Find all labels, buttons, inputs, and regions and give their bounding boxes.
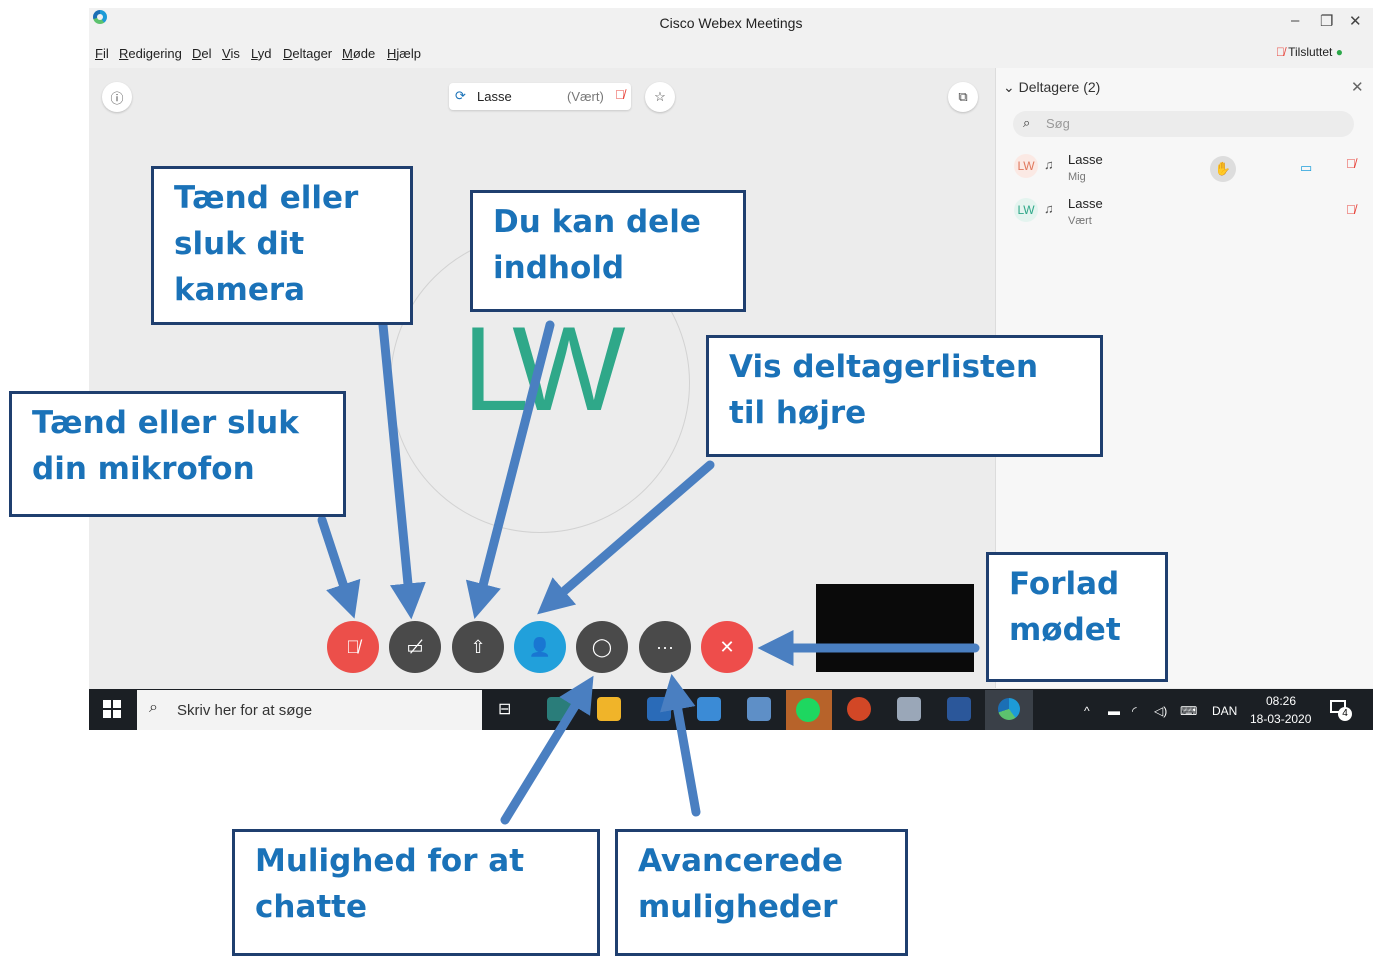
powerpoint-icon[interactable] xyxy=(847,697,871,721)
menu-del[interactable]: Del xyxy=(192,46,212,61)
participant-name: Lasse xyxy=(1068,196,1103,211)
presenter-muted-icon: 🎙̸ xyxy=(615,87,625,102)
snipping-tool-icon[interactable] xyxy=(897,697,921,721)
presenter-icon: ⟳ xyxy=(455,88,466,103)
participant-muted-icon: 🎙̸ xyxy=(1346,202,1356,217)
store-icon[interactable] xyxy=(647,697,671,721)
more-options-button[interactable]: ··· xyxy=(639,621,691,673)
headset-icon: ♫ xyxy=(1044,157,1054,172)
menu-fil[interactable]: Fil xyxy=(95,46,109,61)
mute-button[interactable]: 🎙̸ xyxy=(327,621,379,673)
share-icon: ⇧ xyxy=(470,636,486,657)
pin-icon: ☆ xyxy=(654,89,666,104)
chevron-down-icon: ⌄ xyxy=(1003,79,1015,95)
file-explorer-icon[interactable] xyxy=(597,697,621,721)
keyboard-icon[interactable]: ⌨ xyxy=(1180,704,1197,718)
notification-center-icon[interactable]: 4 xyxy=(1330,700,1352,721)
spotify-taskbar-tile[interactable] xyxy=(786,690,832,730)
participant-row[interactable]: LW ♫ Lasse Vært 🎙̸ xyxy=(1012,196,1362,232)
participant-muted-icon: 🎙̸ xyxy=(1346,156,1356,171)
presenter-name: Lasse xyxy=(477,89,512,104)
participant-avatar: LW xyxy=(1014,198,1038,222)
menu-mode[interactable]: Møde xyxy=(342,46,375,61)
wifi-icon[interactable]: ◜ xyxy=(1132,704,1137,718)
participant-role: Mig xyxy=(1068,171,1086,183)
webex-taskbar-tile[interactable] xyxy=(985,690,1033,730)
edge-icon[interactable] xyxy=(547,697,571,721)
word-icon[interactable] xyxy=(947,697,971,721)
restore-button[interactable]: ❐ xyxy=(1320,12,1333,30)
more-icon: ··· xyxy=(656,636,674,657)
callout-participants: Vis deltagerlisten til højre xyxy=(706,335,1103,457)
leave-meeting-button[interactable]: ✕ xyxy=(701,621,753,673)
menu-vis[interactable]: Vis xyxy=(222,46,240,61)
menu-deltager[interactable]: Deltager xyxy=(283,46,332,61)
volume-icon[interactable]: ◁) xyxy=(1154,704,1167,718)
input-language[interactable]: DAN xyxy=(1212,704,1237,718)
connection-status: 🎙̸ Tilsluttet ● xyxy=(1276,45,1343,59)
participants-panel-header[interactable]: ⌄ Deltagere (2) xyxy=(1003,79,1100,96)
webex-icon xyxy=(998,698,1020,720)
search-placeholder: Søg xyxy=(1046,116,1070,131)
share-button[interactable]: ⇧ xyxy=(452,621,504,673)
spotify-icon xyxy=(796,698,820,722)
callout-share: Du kan dele indhold xyxy=(470,190,746,312)
battery-icon[interactable]: ▬ xyxy=(1108,704,1120,718)
window-title: Cisco Webex Meetings xyxy=(659,15,803,31)
video-button[interactable]: ▭̸ xyxy=(389,621,441,673)
avatar-initials: LW xyxy=(462,302,625,436)
clock-time[interactable]: 08:26 xyxy=(1266,694,1296,708)
chat-icon: ◯ xyxy=(591,636,613,657)
meeting-info-button[interactable]: ⓘ xyxy=(102,82,132,112)
participant-row[interactable]: LW ♫ Lasse Mig ✋ ▭ 🎙̸ xyxy=(1012,152,1362,188)
callout-chat: Mulighed for at chatte xyxy=(232,829,600,956)
tray-chevron-icon[interactable]: ^ xyxy=(1084,704,1090,718)
callout-leave: Forlad mødet xyxy=(986,552,1168,682)
notification-count: 4 xyxy=(1338,707,1352,721)
muted-mic-icon: 🎙̸ xyxy=(346,636,360,657)
callout-microphone: Tænd eller sluk din mikrofon xyxy=(9,391,346,517)
pin-button[interactable]: ☆ xyxy=(645,82,675,112)
participant-search-input[interactable]: ⌕ Søg xyxy=(1013,111,1354,137)
participant-avatar: LW xyxy=(1014,154,1038,178)
camera-off-icon: ▭̸ xyxy=(406,636,424,657)
task-view-icon[interactable]: ⊟ xyxy=(498,699,511,719)
participant-name: Lasse xyxy=(1068,152,1103,167)
search-icon: ⌕ xyxy=(149,699,158,716)
menu-bar xyxy=(89,40,1373,68)
info-icon: ⓘ xyxy=(110,90,124,106)
self-view-video[interactable] xyxy=(816,584,974,672)
layout-icon: ⧉ xyxy=(958,89,968,104)
close-button[interactable]: ✕ xyxy=(1349,12,1362,30)
video-on-icon: ▭ xyxy=(1300,160,1313,175)
windows-start-icon[interactable] xyxy=(103,700,121,718)
connected-dot-icon: ● xyxy=(1335,45,1343,59)
callout-advanced: Avancerede muligheder xyxy=(615,829,908,956)
taskbar-search-input[interactable]: ⌕ Skriv her for at søge xyxy=(137,690,482,730)
close-icon: ✕ xyxy=(719,636,735,657)
menu-hjaelp[interactable]: Hjælp xyxy=(387,46,421,61)
mail-icon[interactable] xyxy=(697,697,721,721)
raise-hand-icon[interactable]: ✋ xyxy=(1210,156,1236,182)
taskbar-search-placeholder: Skriv her for at søge xyxy=(177,702,313,719)
callout-camera: Tænd eller sluk dit kamera xyxy=(151,166,413,325)
participants-title: Deltagere (2) xyxy=(1018,79,1101,95)
layout-button[interactable]: ⧉ xyxy=(948,82,978,112)
status-label: Tilsluttet xyxy=(1288,45,1333,59)
menu-redigering[interactable]: Redigering xyxy=(119,46,182,61)
participant-role: Vært xyxy=(1068,215,1092,227)
minimize-button[interactable]: – xyxy=(1291,12,1299,29)
participants-button[interactable]: 👤 xyxy=(514,621,566,673)
clock-date[interactable]: 18-03-2020 xyxy=(1250,712,1311,726)
search-icon: ⌕ xyxy=(1023,115,1031,130)
menu-lyd[interactable]: Lyd xyxy=(251,46,271,61)
chat-button[interactable]: ◯ xyxy=(576,621,628,673)
active-speaker-chip: ⟳ Lasse (Vært) 🎙̸ xyxy=(449,83,631,110)
muted-mic-icon: 🎙̸ xyxy=(1276,45,1285,59)
presenter-role: (Vært) xyxy=(567,89,604,104)
remote-desktop-icon[interactable] xyxy=(747,697,771,721)
participants-icon: 👤 xyxy=(528,636,552,657)
headset-icon: ♫ xyxy=(1044,201,1054,216)
panel-close-button[interactable]: ✕ xyxy=(1351,78,1364,96)
